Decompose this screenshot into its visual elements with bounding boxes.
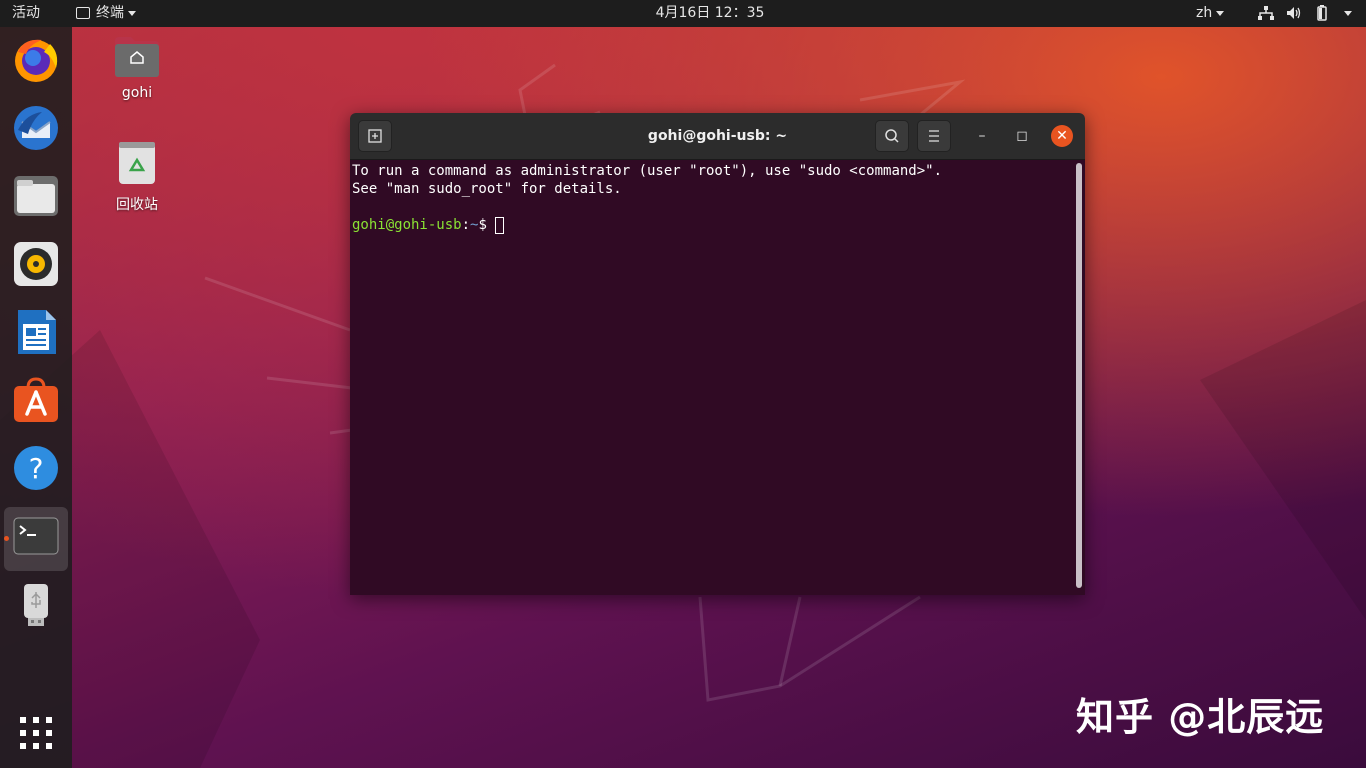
chevron-down-icon <box>128 10 136 16</box>
terminal-icon <box>76 7 90 19</box>
dock-item-files[interactable] <box>12 172 60 220</box>
running-indicator <box>4 536 9 541</box>
activities-button[interactable]: 活动 <box>12 0 40 27</box>
battery-icon <box>1317 5 1327 21</box>
trash-label: 回收站 <box>116 197 158 213</box>
terminal-line: See "man sudo_root" for details. <box>352 181 622 197</box>
menu-button[interactable] <box>917 120 951 152</box>
system-menu[interactable] <box>1258 0 1358 27</box>
firefox-icon <box>15 39 58 82</box>
scrollbar[interactable] <box>1076 163 1082 588</box>
usb-drive-icon <box>24 584 48 626</box>
clock[interactable]: 4月16日 12：35 <box>640 0 780 27</box>
language-selector[interactable]: zh <box>1196 0 1225 27</box>
dock-item-terminal[interactable] <box>12 512 60 560</box>
desktop-home-folder[interactable]: gohi <box>97 35 177 101</box>
app-menu-button[interactable]: 终端 <box>76 0 136 27</box>
rhythmbox-icon <box>14 242 58 286</box>
home-folder-label: gohi <box>121 85 153 101</box>
text-cursor <box>495 216 505 234</box>
svg-text:?: ? <box>29 452 44 485</box>
terminal-line: To run a command as administrator (user … <box>352 163 943 179</box>
dock-item-help[interactable]: ? <box>12 444 60 492</box>
software-center-icon <box>14 377 58 422</box>
terminal-headerbar[interactable]: gohi@gohi-usb: ~ – ◻ ✕ <box>350 113 1085 160</box>
dock-item-rhythmbox[interactable] <box>12 240 60 288</box>
chevron-down-icon <box>1216 10 1225 16</box>
writer-icon <box>18 310 56 354</box>
search-button[interactable] <box>875 120 909 152</box>
prompt-user: gohi@gohi-usb <box>352 217 462 233</box>
dock: ? <box>0 27 72 768</box>
chevron-down-icon <box>1344 11 1352 16</box>
prompt-separator: : <box>461 217 471 233</box>
volume-icon <box>1287 7 1301 19</box>
search-icon <box>885 129 899 143</box>
dock-item-show-apps[interactable] <box>12 709 60 757</box>
dock-item-writer[interactable] <box>12 308 60 356</box>
terminal-prompt: gohi@gohi-usb:~$ <box>352 216 505 234</box>
home-folder-icon <box>115 37 159 77</box>
close-button[interactable]: ✕ <box>1051 125 1073 147</box>
maximize-button[interactable]: ◻ <box>1011 125 1033 147</box>
thunderbird-icon <box>14 106 58 150</box>
trash-icon <box>119 142 155 184</box>
prompt-symbol: $ <box>478 217 496 233</box>
terminal-icon <box>13 517 59 555</box>
terminal-window[interactable]: gohi@gohi-usb: ~ – ◻ ✕ To run a command … <box>350 113 1085 595</box>
dock-item-software[interactable] <box>12 376 60 424</box>
desktop-trash[interactable]: 回收站 <box>97 140 177 214</box>
dock-item-thunderbird[interactable] <box>12 104 60 152</box>
network-icon <box>1258 6 1274 20</box>
top-bar: 活动 终端 4月16日 12：35 zh <box>0 0 1366 27</box>
app-grid-icon <box>20 717 52 749</box>
dock-item-firefox[interactable] <box>12 36 60 84</box>
watermark: 知乎 @北辰远 <box>1076 695 1325 739</box>
help-icon: ? <box>14 446 58 490</box>
minimize-button[interactable]: – <box>971 125 993 147</box>
language-label: zh <box>1196 5 1213 21</box>
dock-item-usb[interactable] <box>12 580 60 628</box>
hamburger-menu-icon <box>929 130 939 142</box>
terminal-output[interactable]: To run a command as administrator (user … <box>350 160 1085 595</box>
files-icon <box>14 176 58 216</box>
app-menu-label: 终端 <box>96 5 124 21</box>
